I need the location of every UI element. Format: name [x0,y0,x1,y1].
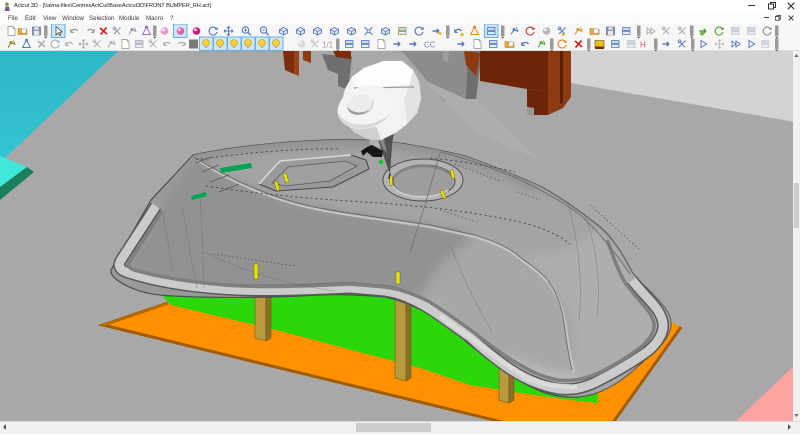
svg-text:CC: CC [424,41,436,50]
svg-text:1/1: 1/1 [322,41,334,50]
svg-text:H: H [640,41,646,50]
